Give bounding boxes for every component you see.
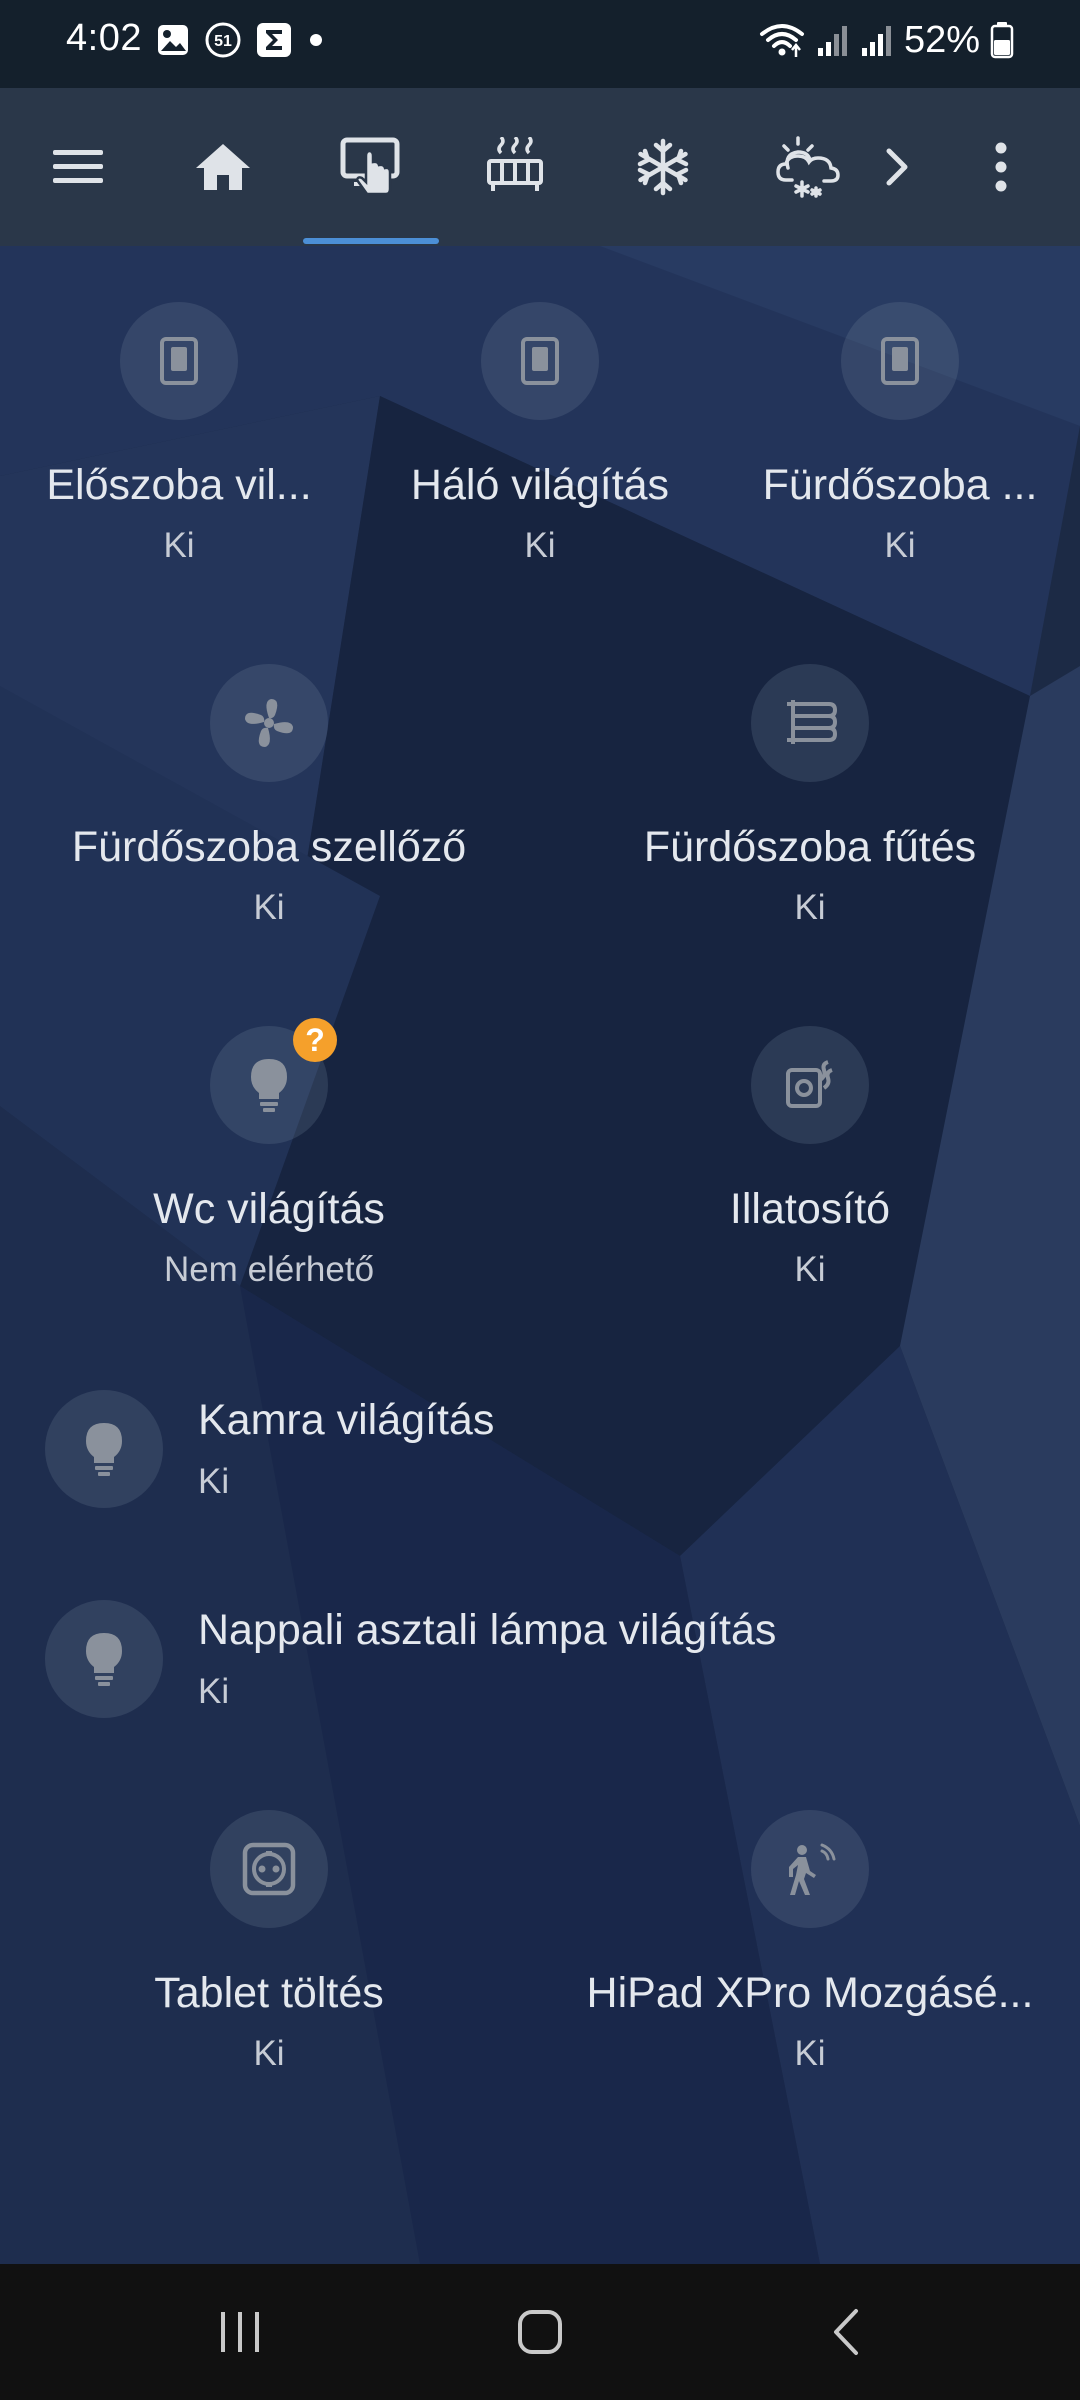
navigation-bar	[0, 2264, 1080, 2400]
chevron-right-icon	[886, 148, 908, 186]
recent-apps-button[interactable]	[160, 2264, 320, 2400]
dot-icon	[310, 34, 322, 46]
back-icon	[834, 2309, 858, 2355]
tile-icon-button[interactable]	[120, 302, 238, 420]
hamburger-menu-icon	[53, 150, 103, 183]
weather-snowy-icon	[776, 136, 840, 198]
notification-count-icon: 51	[205, 22, 241, 58]
battery-percent: 52%	[903, 19, 980, 61]
home-nav-button[interactable]	[460, 2264, 620, 2400]
notification-icons: 51	[156, 21, 326, 59]
tab-heating[interactable]	[470, 88, 560, 246]
dashboard: Előszoba vil...	[0, 246, 1080, 2264]
sigma-app-icon	[257, 23, 291, 57]
status-time: 4:02	[66, 17, 142, 59]
home-icon	[196, 144, 250, 190]
background-pattern	[0, 246, 1080, 2264]
battery-icon	[990, 22, 1014, 59]
active-tab-indicator	[303, 238, 439, 244]
overflow-menu-button[interactable]	[974, 88, 1028, 246]
home-button-icon	[518, 2310, 562, 2354]
back-button[interactable]	[766, 2264, 926, 2400]
tile-name: Előszoba vil...	[46, 461, 312, 509]
more-tabs-button[interactable]	[872, 88, 922, 246]
tab-cooling[interactable]	[618, 88, 708, 246]
tab-home[interactable]	[178, 88, 268, 246]
menu-button[interactable]	[38, 88, 118, 246]
status-bar: 4:02 51 52%	[0, 0, 1080, 88]
toolbar	[0, 88, 1080, 246]
signal-icon	[817, 26, 847, 56]
light-switch-icon	[160, 337, 198, 385]
snowflake-icon	[637, 138, 689, 196]
recent-apps-icon	[221, 2312, 259, 2352]
system-icons: 52%	[758, 18, 1014, 62]
signal-icon	[861, 26, 891, 56]
radiator-icon	[487, 137, 543, 191]
touch-monitor-icon	[340, 137, 400, 196]
screen: 4:02 51 52% Előszoba vil... Ki Háló vilá…	[0, 0, 1080, 2400]
gallery-icon	[158, 25, 188, 55]
tab-weather[interactable]	[760, 88, 856, 246]
more-vertical-icon	[995, 142, 1007, 192]
tab-touch-panel[interactable]	[326, 88, 416, 246]
wifi-icon	[759, 24, 804, 57]
notification-count-text: 51	[214, 33, 232, 50]
